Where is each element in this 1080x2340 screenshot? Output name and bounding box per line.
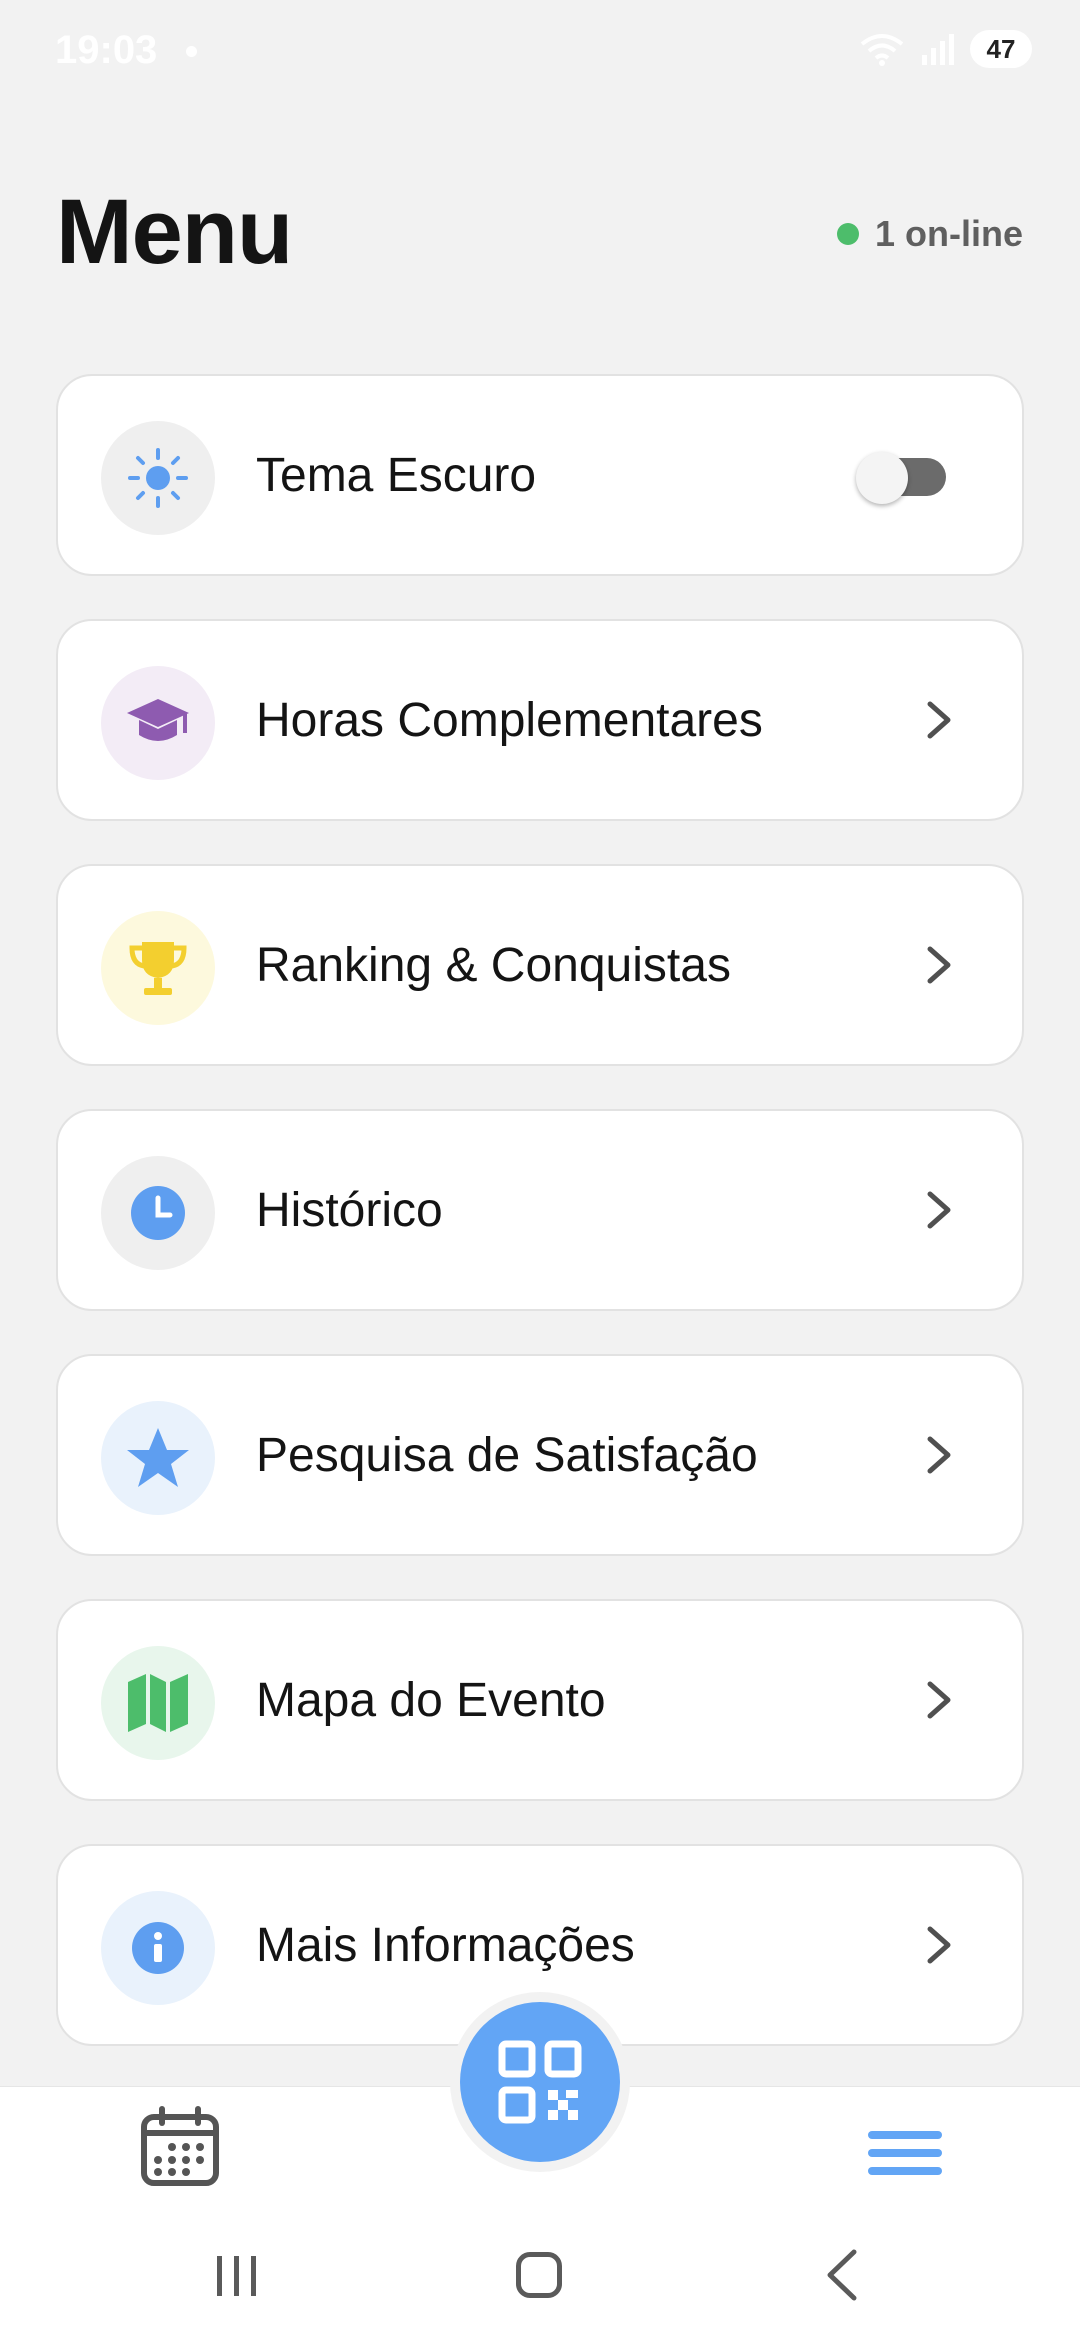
graduation-cap-icon	[101, 666, 215, 780]
info-icon	[101, 1891, 215, 2005]
menu-item-label: Ranking & Conquistas	[256, 938, 731, 992]
menu-item-complementary-hours[interactable]: Horas Complementares	[56, 619, 1024, 821]
system-nav-bar	[0, 2230, 1080, 2320]
menu-item-label: Tema Escuro	[256, 448, 537, 502]
qr-scan-button[interactable]	[460, 2002, 620, 2162]
hamburger-menu-icon[interactable]	[866, 2123, 944, 2183]
dark-theme-toggle[interactable]	[856, 452, 948, 504]
menu-list: Tema Escuro Horas Complementares Ranking…	[56, 374, 1024, 2089]
map-icon	[101, 1646, 215, 1760]
online-count: 1 on-line	[874, 213, 1023, 254]
qr-code-icon	[498, 2040, 582, 2124]
chevron-right-icon	[912, 938, 966, 992]
chevron-right-icon	[912, 1673, 966, 1727]
status-time: 19:03	[55, 28, 158, 72]
signal-icon	[922, 34, 954, 65]
menu-item-label: Histórico	[256, 1183, 443, 1237]
chevron-right-icon	[912, 1918, 966, 1972]
qr-button-frame	[450, 1992, 630, 2172]
status-bar: 19:03 47	[0, 0, 1080, 100]
back-icon[interactable]	[822, 2248, 862, 2302]
chevron-right-icon	[912, 693, 966, 747]
calendar-icon[interactable]	[138, 2105, 222, 2189]
page-title: Menu	[56, 181, 293, 283]
menu-item-ranking[interactable]: Ranking & Conquistas	[56, 864, 1024, 1066]
sun-icon	[101, 421, 215, 535]
online-status: 1 on-line	[836, 213, 1023, 255]
menu-item-label: Horas Complementares	[256, 693, 763, 747]
notification-dot-icon	[186, 46, 197, 57]
menu-item-theme[interactable]: Tema Escuro	[56, 374, 1024, 576]
chevron-right-icon	[912, 1183, 966, 1237]
status-icons: 47	[860, 30, 1032, 68]
battery-indicator: 47	[970, 30, 1032, 68]
menu-item-label: Pesquisa de Satisfação	[256, 1428, 758, 1482]
clock-icon	[101, 1156, 215, 1270]
wifi-icon	[860, 34, 904, 66]
menu-item-event-map[interactable]: Mapa do Evento	[56, 1599, 1024, 1801]
home-icon[interactable]	[516, 2252, 562, 2298]
chevron-right-icon	[912, 1428, 966, 1482]
menu-item-satisfaction-survey[interactable]: Pesquisa de Satisfação	[56, 1354, 1024, 1556]
menu-item-history[interactable]: Histórico	[56, 1109, 1024, 1311]
menu-item-label: Mapa do Evento	[256, 1673, 606, 1727]
star-icon	[101, 1401, 215, 1515]
recent-apps-icon[interactable]	[214, 2252, 260, 2300]
trophy-icon	[101, 911, 215, 1025]
online-dot-icon	[836, 223, 859, 245]
